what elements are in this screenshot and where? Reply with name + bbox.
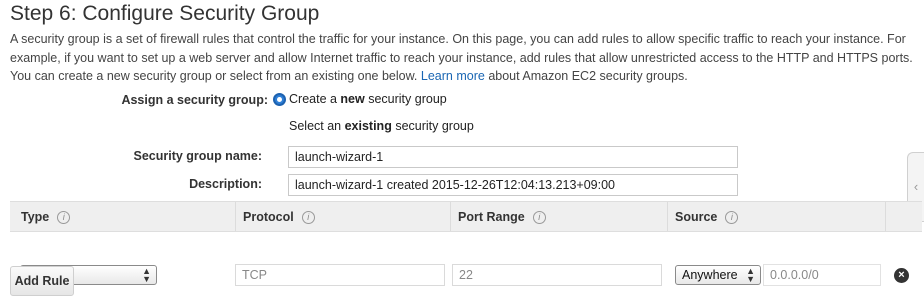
existing-prefix: Select an (289, 119, 345, 133)
header-source-label: Source (675, 210, 718, 224)
radio-select-existing[interactable] (273, 120, 286, 133)
info-icon[interactable]: i (532, 210, 546, 224)
header-protocol-label: Protocol (243, 210, 294, 224)
header-port-range: Port Range i (458, 210, 546, 224)
create-bold: new (340, 92, 365, 106)
remove-circle-icon[interactable]: × (894, 268, 909, 283)
column-divider (235, 202, 236, 231)
rule-protocol-field: TCP (235, 264, 445, 286)
header-protocol: Protocol i (243, 210, 315, 224)
header-type: Type i (21, 210, 71, 224)
rules-table-header: Type i Protocol i Port Range i Source i (10, 201, 922, 232)
assign-group-label: Assign a security group: (121, 93, 268, 107)
create-prefix: Create a (289, 92, 341, 106)
select-existing-label: Select an existing security group (289, 119, 474, 133)
security-group-name-label: Security group name: (133, 149, 263, 163)
rule-source-select[interactable]: Anywhere ▲ ▼ (675, 265, 761, 285)
header-source: Source i (675, 210, 739, 224)
existing-suffix: security group (391, 119, 474, 133)
select-existing-group-option[interactable]: Select an existing security group (273, 119, 474, 133)
add-rule-button[interactable]: Add Rule (10, 266, 74, 296)
rule-port-range-field[interactable]: 22 (452, 264, 662, 286)
info-icon[interactable]: i (301, 210, 315, 224)
rule-source-cidr-input[interactable]: 0.0.0.0/0 (763, 264, 881, 286)
info-icon[interactable]: i (725, 210, 739, 224)
column-divider (450, 202, 451, 231)
column-divider (885, 202, 886, 231)
create-new-label: Create a new security group (289, 92, 447, 106)
learn-more-link[interactable]: Learn more (421, 69, 485, 83)
header-port-range-label: Port Range (458, 210, 525, 224)
radio-create-new[interactable] (273, 92, 286, 106)
create-suffix: security group (364, 92, 447, 106)
info-icon[interactable]: i (57, 210, 71, 224)
description-input[interactable]: launch-wizard-1 created 2015-12-26T12:04… (288, 174, 738, 196)
page-title: Step 6: Configure Security Group (10, 2, 320, 25)
header-type-label: Type (21, 210, 50, 224)
column-divider (667, 202, 668, 231)
intro-paragraph: A security group is a set of firewall ru… (10, 30, 922, 86)
description-label: Description: (189, 177, 262, 191)
existing-bold: existing (344, 119, 392, 133)
rule-source-value: Anywhere (682, 268, 738, 282)
intro-text-after: about Amazon EC2 security groups. (488, 69, 688, 83)
create-new-group-option[interactable]: Create a new security group (273, 92, 447, 106)
security-group-name-input[interactable]: launch-wizard-1 (288, 146, 738, 168)
updown-arrows-icon: ▲ ▼ (142, 266, 151, 284)
updown-arrows-icon: ▲ ▼ (746, 266, 755, 284)
